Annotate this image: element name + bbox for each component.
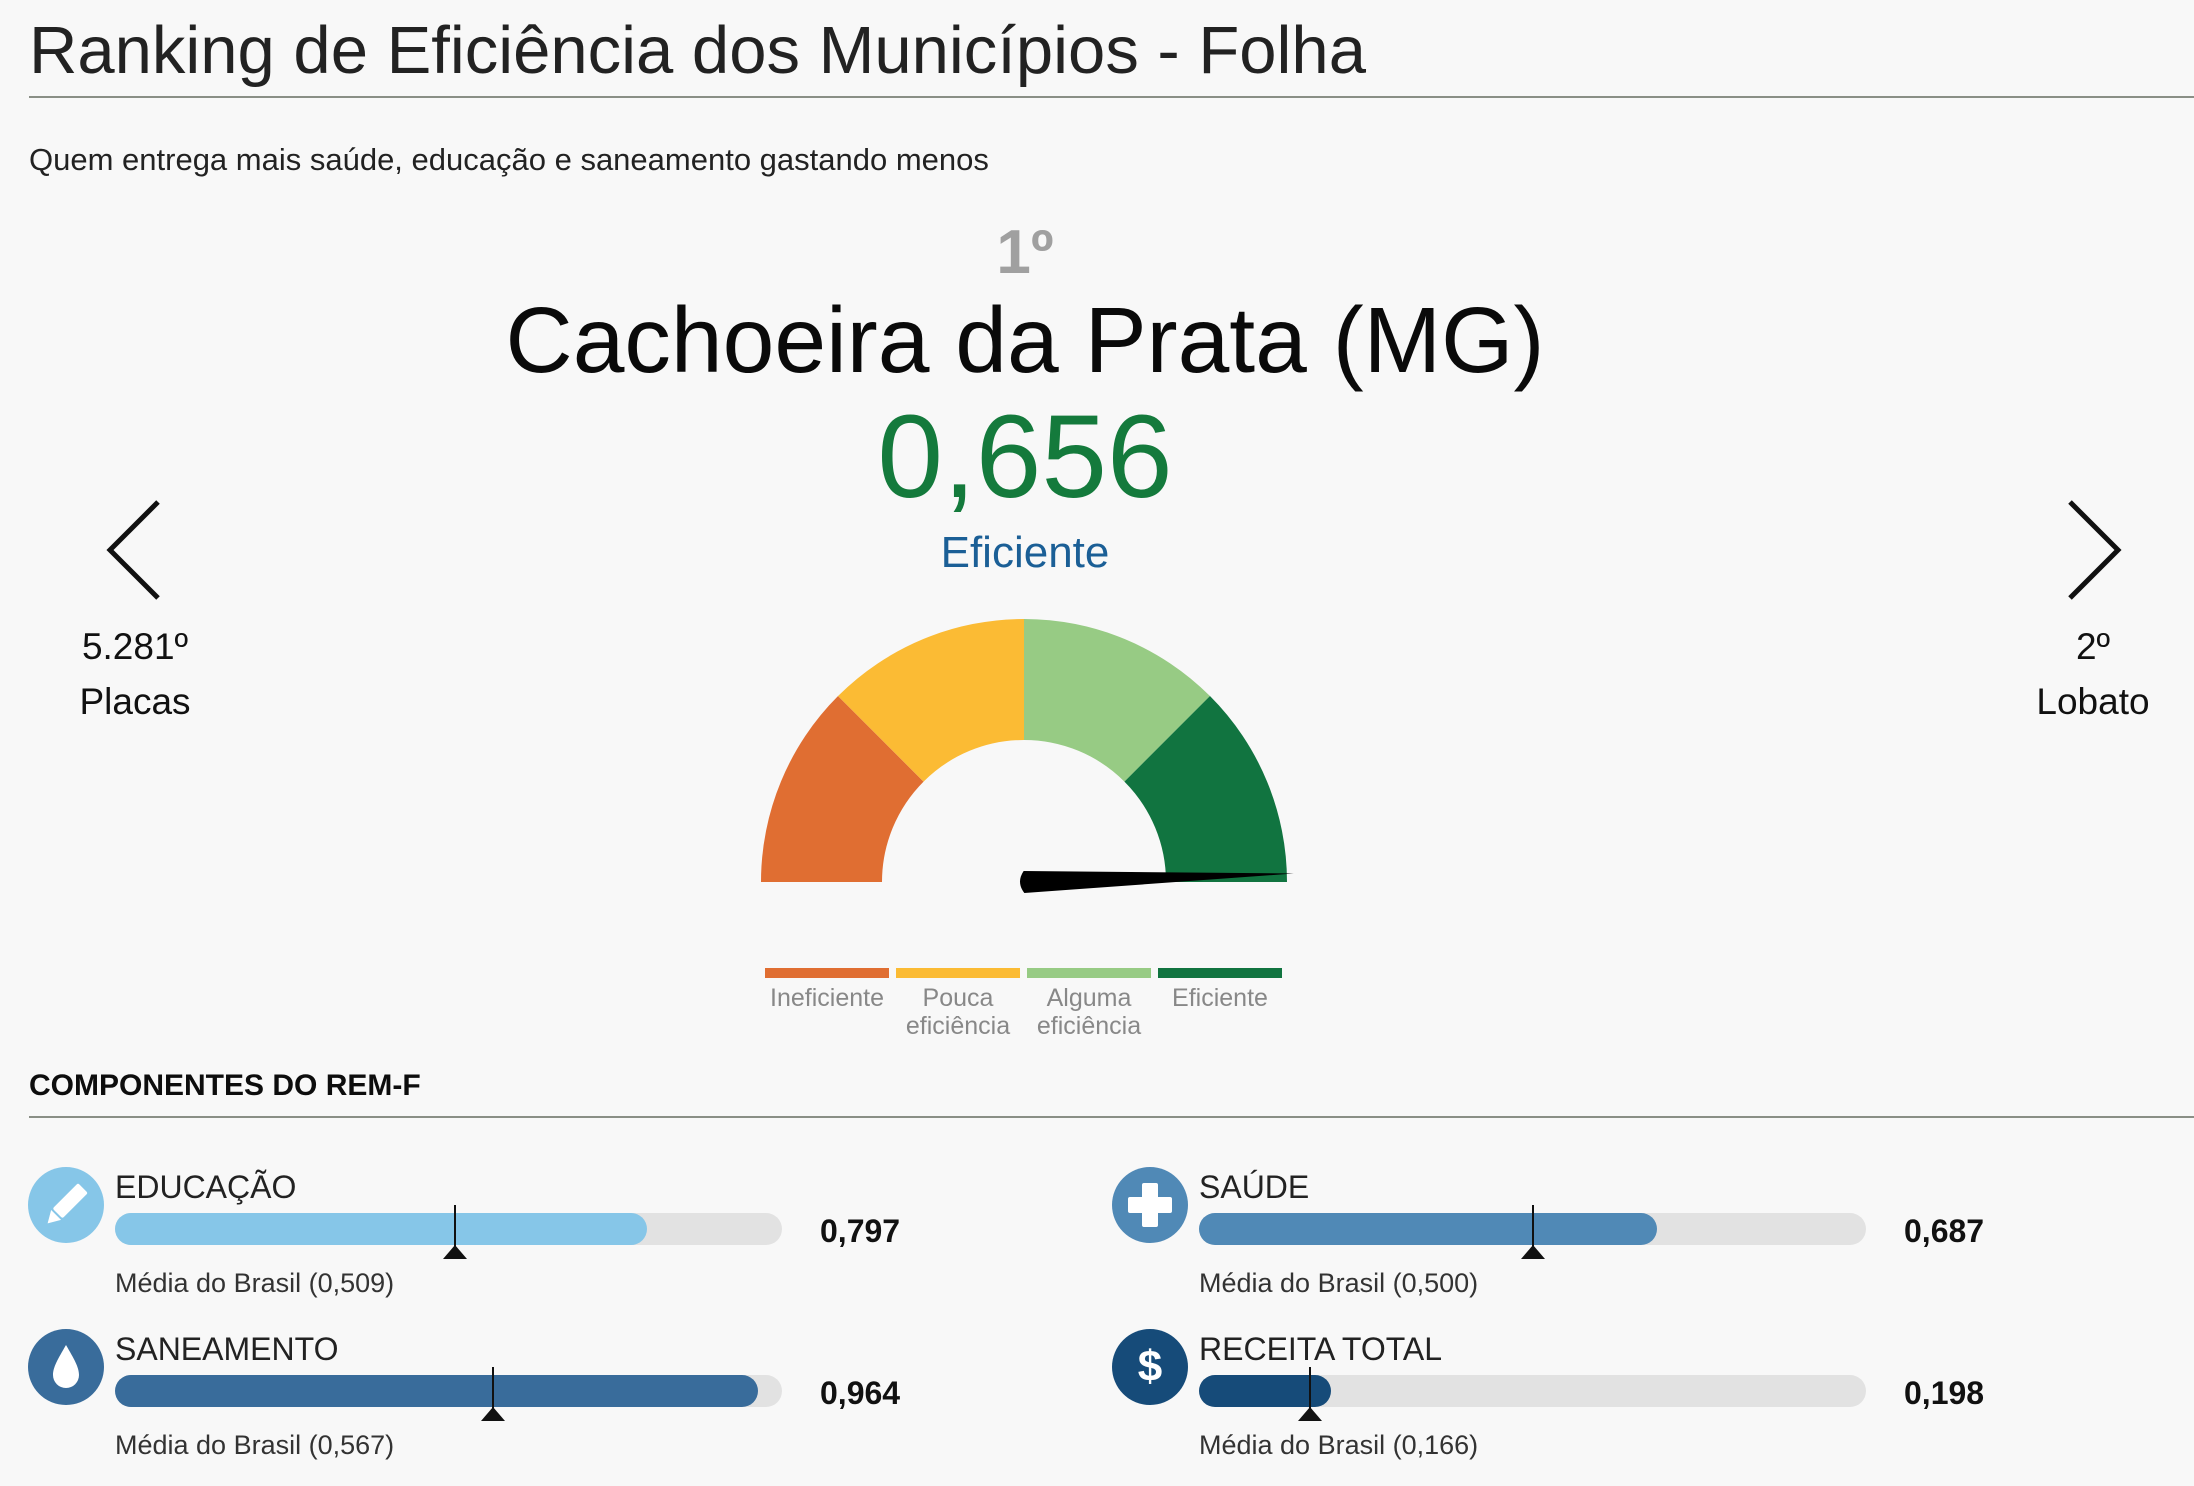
component-name: RECEITA TOTAL [1199, 1331, 1443, 1367]
component-saneamento: SANEAMENTO 0,964 Média do Brasil (0,567) [28, 1329, 1028, 1479]
legend-item-alguma-eficiencia: Alguma eficiência [1027, 968, 1151, 1040]
component-name: EDUCAÇÃO [115, 1169, 297, 1205]
legend-label: Ineficiente [770, 984, 884, 1012]
component-name: SANEAMENTO [115, 1331, 339, 1367]
dollar-icon: $ [1112, 1329, 1188, 1405]
component-bar-fill [1199, 1375, 1332, 1407]
legend-item-pouca-eficiencia: Pouca eficiência [896, 968, 1020, 1040]
component-value: 0,964 [820, 1375, 901, 1411]
drop-icon [28, 1329, 104, 1405]
featured-rank: 1º [996, 218, 1054, 287]
component-average: Média do Brasil (0,166) [1199, 1430, 1479, 1460]
legend-label: Alguma eficiência [1036, 984, 1142, 1040]
efficiency-gauge [761, 619, 1294, 893]
featured-score: 0,656 [877, 391, 1173, 523]
legend-swatch [765, 968, 889, 978]
component-name: SAÚDE [1199, 1169, 1310, 1205]
featured-city: Cachoeira da Prata (MG) [505, 288, 1545, 392]
page-subtitle: Quem entrega mais saúde, educação e sane… [29, 142, 989, 177]
next-city[interactable]: Lobato [1983, 675, 2194, 729]
next-button[interactable] [2058, 498, 2128, 607]
prev-rank[interactable]: 5.281º [25, 620, 245, 674]
components-divider [29, 1116, 2194, 1118]
component-bar [1199, 1367, 1866, 1421]
legend-label: Pouca eficiência [905, 984, 1011, 1040]
legend-item-ineficiente: Ineficiente [765, 968, 889, 1012]
svg-text:$: $ [1138, 1342, 1162, 1391]
component-value: 0,797 [820, 1213, 901, 1249]
plus-icon [1112, 1167, 1188, 1243]
prev-button[interactable] [100, 498, 170, 607]
prev-city[interactable]: Placas [25, 675, 245, 729]
legend-swatch [896, 968, 1020, 978]
legend-label: Eficiente [1172, 984, 1268, 1012]
component-average: Média do Brasil (0,509) [115, 1268, 395, 1298]
component-educacao: EDUCAÇÃO 0,797 Média do Brasil (0,509) [28, 1167, 1028, 1317]
title-divider [29, 96, 2194, 98]
component-average: Média do Brasil (0,500) [1199, 1268, 1479, 1298]
component-value: 0,198 [1904, 1375, 1985, 1411]
component-bar [1199, 1205, 1866, 1259]
component-bar-fill [1199, 1213, 1658, 1245]
component-value: 0,687 [1904, 1213, 1985, 1249]
legend-swatch [1027, 968, 1151, 978]
component-bar [115, 1205, 782, 1259]
component-saude: SAÚDE 0,687 Média do Brasil (0,500) [1112, 1167, 2112, 1317]
featured-category: Eficiente [940, 528, 1110, 577]
chevron-left-icon [106, 500, 160, 600]
component-average: Média do Brasil (0,567) [115, 1430, 395, 1460]
legend-swatch [1158, 968, 1282, 978]
chevron-right-icon [2068, 500, 2122, 600]
component-bar [115, 1367, 782, 1421]
next-rank[interactable]: 2º [1983, 620, 2194, 674]
legend-item-eficiente: Eficiente [1158, 968, 1282, 1012]
page-title: Ranking de Eficiência dos Municípios - F… [29, 13, 1366, 88]
pencil-icon [28, 1167, 104, 1243]
component-bar-fill [115, 1213, 647, 1245]
components-title: COMPONENTES DO REM-F [29, 1069, 421, 1102]
component-receita-total: $ RECEITA TOTAL 0,198 Média do Brasil (0… [1112, 1329, 2112, 1479]
component-bar-fill [115, 1375, 758, 1407]
